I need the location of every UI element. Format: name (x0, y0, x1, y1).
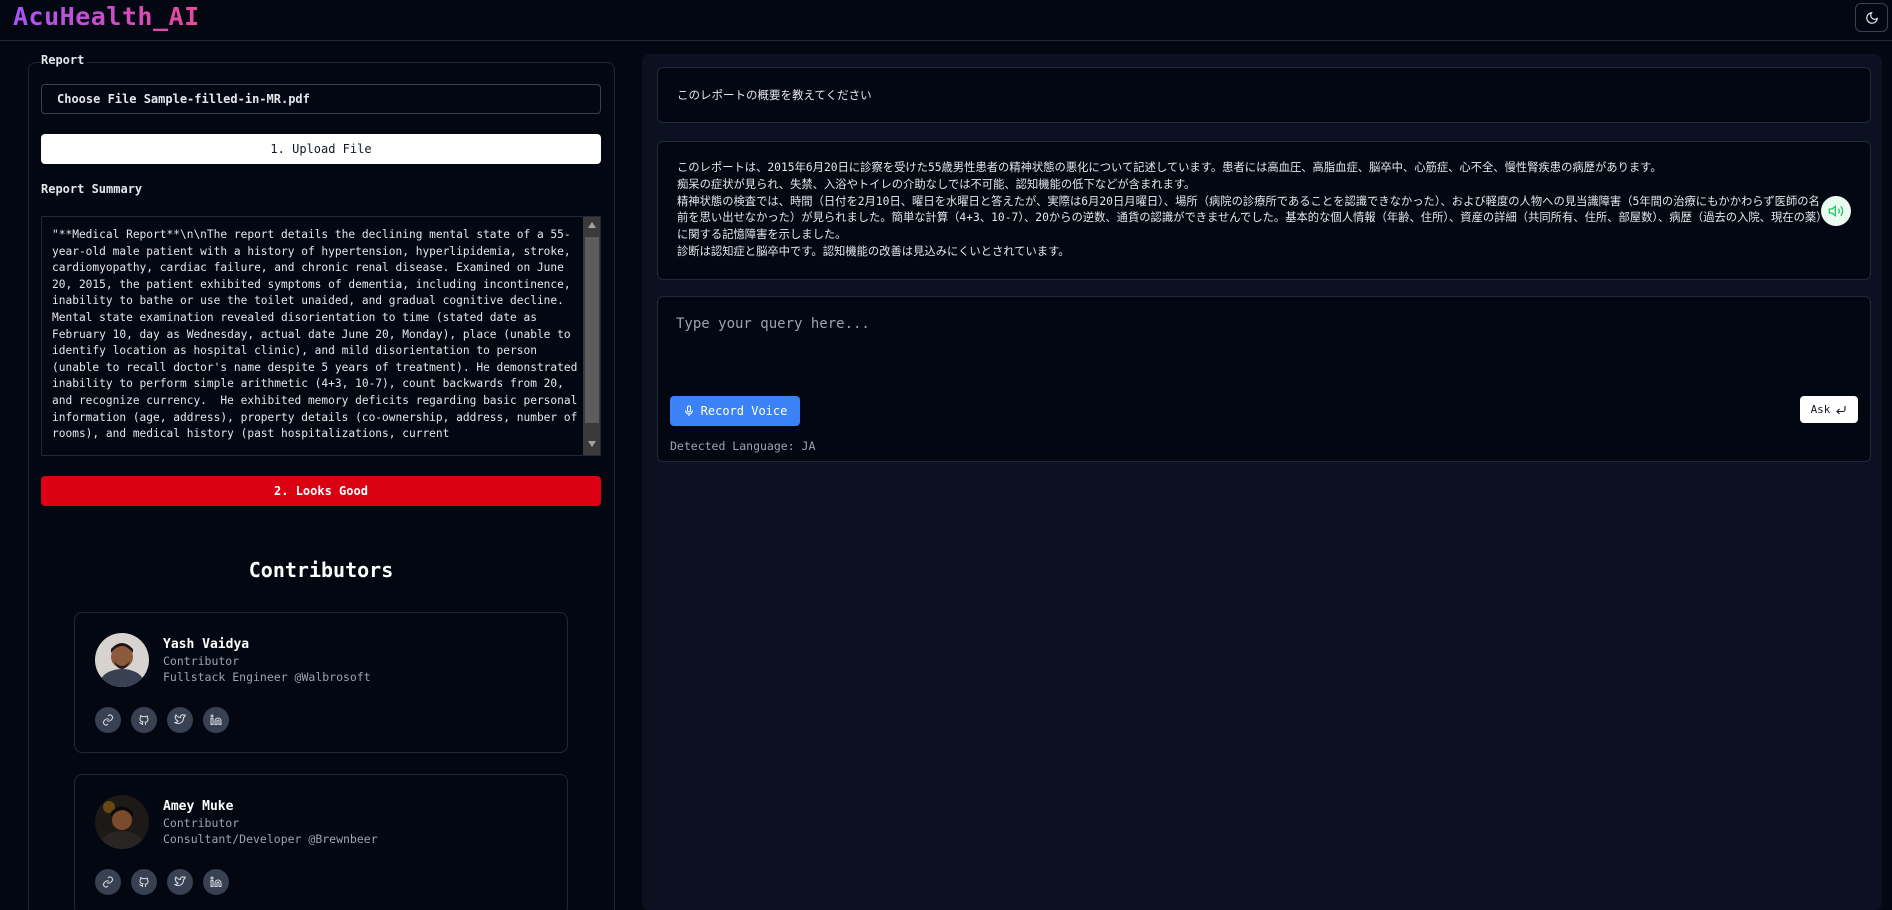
answer-line: このレポートは、2015年6月20日に診察を受けた55歳男性患者の精神状態の悪化… (677, 161, 1662, 174)
record-voice-button[interactable]: Record Voice (670, 396, 800, 426)
contributor-card: Yash Vaidya Contributor Fullstack Engine… (74, 612, 568, 753)
upload-file-button[interactable]: 1. Upload File (41, 134, 601, 164)
top-bar: AcuHealth_AI (0, 0, 1892, 41)
social-links (95, 869, 229, 895)
microphone-icon (684, 405, 693, 416)
volume-icon (1828, 204, 1844, 218)
file-input[interactable]: Choose File Sample-filled-in-MR.pdf (41, 84, 601, 114)
contributor-role: Contributor (163, 654, 240, 668)
answer-line: 精神状態の検査では、時間（日付を2月10日、曜日を水曜日と答えたが、実際は6月2… (677, 194, 1822, 242)
social-links (95, 707, 229, 733)
scroll-up-arrow-icon[interactable] (588, 222, 596, 228)
moon-icon (1865, 11, 1878, 24)
contributor-title: Consultant/Developer @Brewnbeer (163, 832, 378, 846)
speak-answer-button[interactable] (1821, 196, 1851, 226)
ask-label: Ask (1810, 403, 1831, 416)
avatar (95, 633, 149, 687)
report-summary-text[interactable]: "**Medical Report**\n\nThe report detail… (52, 227, 580, 443)
brand-logo[interactable]: AcuHealth_AI (13, 2, 200, 31)
contributor-name: Amey Muke (163, 799, 234, 814)
avatar (95, 795, 149, 849)
twitter-icon[interactable] (167, 707, 193, 733)
twitter-icon[interactable] (167, 869, 193, 895)
query-input-panel: Record Voice Ask Detected Language: JA (657, 296, 1871, 462)
contributor-title: Fullstack Engineer @Walbrosoft (163, 670, 371, 684)
user-query-text: このレポートの概要を教えてください (677, 88, 872, 102)
link-icon[interactable] (95, 707, 121, 733)
theme-toggle-button[interactable] (1855, 3, 1888, 32)
answer-line: 痴呆の症状が見られ、失禁、入浴やトイレの介助なしでは不可能、認知機能の低下などが… (677, 177, 1196, 191)
scroll-down-arrow-icon[interactable] (588, 441, 596, 447)
user-query-bubble: このレポートの概要を教えてください (657, 67, 1871, 123)
scrollbar-thumb[interactable] (585, 237, 599, 423)
ai-answer-bubble: このレポートは、2015年6月20日に診察を受けた55歳男性患者の精神状態の悪化… (657, 141, 1871, 280)
enter-icon (1836, 405, 1846, 414)
report-legend: Report (41, 53, 88, 67)
report-summary-label: Report Summary (41, 182, 143, 196)
record-voice-label: Record Voice (700, 404, 788, 418)
linkedin-icon[interactable] (203, 869, 229, 895)
answer-line: 診断は認知症と脳卒中です。認知機能の改善は見込みにくいとされています。 (677, 244, 1070, 258)
ask-button[interactable]: Ask (1800, 396, 1858, 423)
query-input[interactable] (666, 311, 1856, 361)
contributor-role: Contributor (163, 816, 240, 830)
ai-answer-text: このレポートは、2015年6月20日に診察を受けた55歳男性患者の精神状態の悪化… (677, 160, 1827, 261)
contributor-name: Yash Vaidya (163, 637, 250, 652)
looks-good-button[interactable]: 2. Looks Good (41, 476, 601, 506)
contributors-title: Contributors (248, 558, 394, 582)
github-icon[interactable] (131, 707, 157, 733)
report-summary-textarea[interactable]: "**Medical Report**\n\nThe report detail… (41, 216, 601, 456)
linkedin-icon[interactable] (203, 707, 229, 733)
detected-language: Detected Language: JA (670, 439, 816, 453)
contributor-card: Amey Muke Contributor Consultant/Develop… (74, 774, 568, 910)
link-icon[interactable] (95, 869, 121, 895)
github-icon[interactable] (131, 869, 157, 895)
